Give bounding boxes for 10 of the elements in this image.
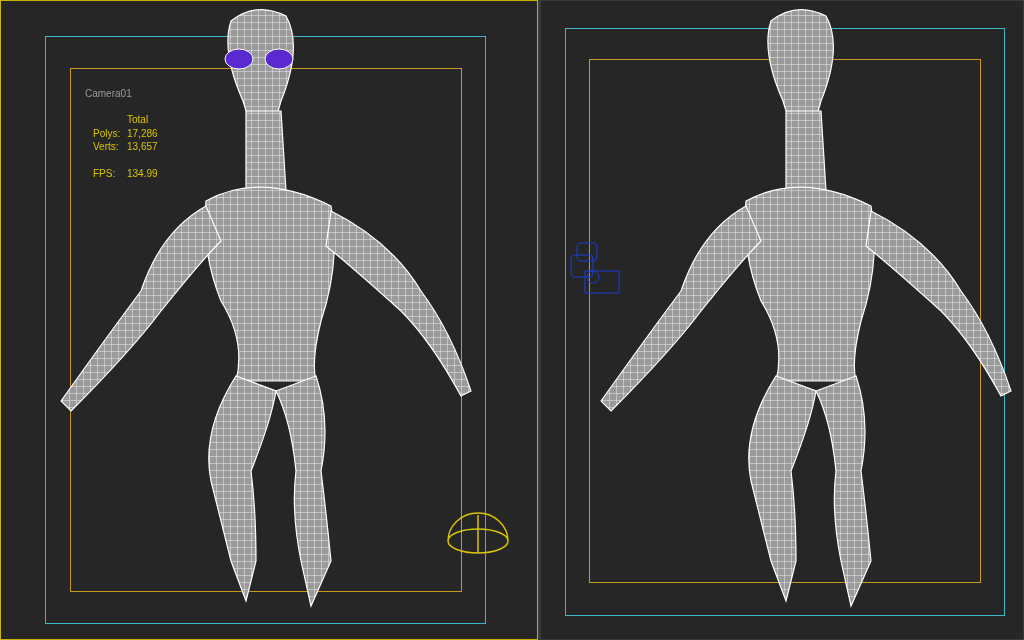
viewport-label[interactable]: Camera01: [85, 86, 132, 101]
stat-value: 13,657: [127, 140, 158, 154]
stats-header: Total: [127, 113, 150, 127]
stat-value: 134.99: [127, 166, 158, 180]
viewport[interactable]: Camera01 Total Polys: 17,286 Verts: 13,657 FPS: 134.99: [0, 0, 538, 640]
stat-label: Polys:: [93, 126, 122, 140]
stat-value: 17,286: [127, 126, 158, 140]
stat-label: Verts:: [93, 140, 120, 154]
camera-icon: [569, 241, 621, 297]
stat-label: FPS:: [93, 166, 117, 180]
